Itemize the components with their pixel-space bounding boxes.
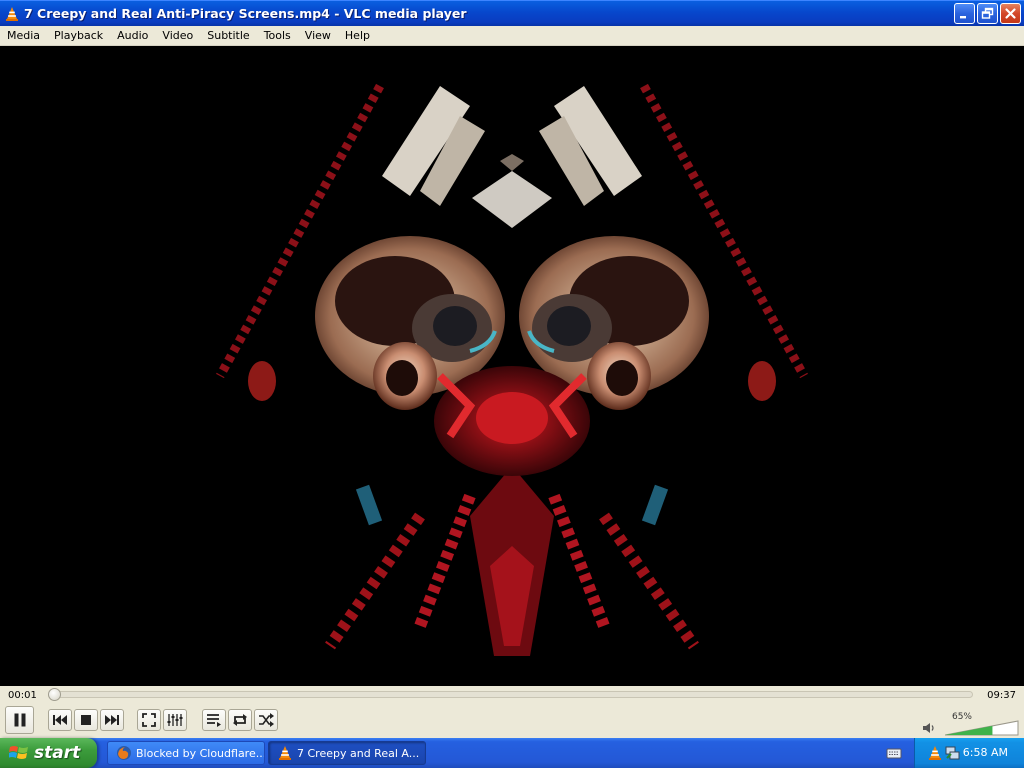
total-time: 09:37 xyxy=(987,690,1016,701)
taskbar-item-label: Blocked by Cloudflare... xyxy=(136,746,265,760)
elapsed-time: 00:01 xyxy=(8,690,37,701)
menu-subtitle[interactable]: Subtitle xyxy=(200,29,256,42)
control-panel: 00:01 09:37 65% xyxy=(0,686,1024,738)
vlc-cone-icon xyxy=(279,746,291,760)
shuffle-button[interactable] xyxy=(254,709,278,731)
seek-handle[interactable] xyxy=(47,688,61,701)
extended-settings-icon xyxy=(167,714,183,726)
shuffle-icon xyxy=(259,713,274,727)
kaleidoscope-figure xyxy=(216,83,808,656)
taskbar: start Blocked by Cloudflare... 7 Creepy … xyxy=(0,738,1024,768)
window-titlebar[interactable]: 7 Creepy and Real Anti-Piracy Screens.mp… xyxy=(0,0,1024,26)
previous-icon xyxy=(53,715,67,725)
menu-audio[interactable]: Audio xyxy=(110,29,155,42)
minimize-icon xyxy=(960,16,966,19)
window-title: 7 Creepy and Real Anti-Piracy Screens.mp… xyxy=(24,6,467,21)
firefox-icon xyxy=(117,746,131,760)
vlc-cone-icon[interactable] xyxy=(927,745,943,761)
stop-button[interactable] xyxy=(74,709,98,731)
menu-tools[interactable]: Tools xyxy=(257,29,298,42)
keyboard-icon[interactable] xyxy=(886,746,902,760)
video-frame xyxy=(216,83,808,656)
menu-bar: Media Playback Audio Video Subtitle Tool… xyxy=(0,26,1024,46)
video-area[interactable] xyxy=(0,46,1024,686)
menu-playback[interactable]: Playback xyxy=(47,29,110,42)
vlc-cone-icon xyxy=(6,6,18,21)
close-icon xyxy=(1005,8,1016,19)
network-icon[interactable] xyxy=(944,745,960,761)
playlist-icon xyxy=(207,714,221,727)
menu-help[interactable]: Help xyxy=(338,29,377,42)
volume-icon[interactable] xyxy=(922,722,936,734)
next-button[interactable] xyxy=(100,709,124,731)
clock: 6:58 AM xyxy=(962,746,1008,759)
pause-icon xyxy=(14,713,25,727)
menu-view[interactable]: View xyxy=(298,29,338,42)
stop-icon xyxy=(81,715,91,725)
pause-button[interactable] xyxy=(5,706,34,734)
maximize-button[interactable] xyxy=(977,3,998,24)
playlist-button[interactable] xyxy=(202,709,226,731)
minimize-button[interactable] xyxy=(954,3,975,24)
extended-settings-button[interactable] xyxy=(163,709,187,731)
fullscreen-icon xyxy=(142,713,156,727)
taskbar-item-label: 7 Creepy and Real A... xyxy=(297,746,420,760)
menu-media[interactable]: Media xyxy=(0,29,47,42)
restore-icon xyxy=(981,7,994,19)
menu-video[interactable]: Video xyxy=(155,29,200,42)
previous-button[interactable] xyxy=(48,709,72,731)
loop-button[interactable] xyxy=(228,709,252,731)
loop-icon xyxy=(233,714,247,726)
start-button[interactable]: start xyxy=(0,738,97,768)
fullscreen-button[interactable] xyxy=(137,709,161,731)
system-tray: 6:58 AM xyxy=(914,738,1024,768)
taskbar-item-vlc[interactable]: 7 Creepy and Real A... xyxy=(268,741,426,765)
start-label: start xyxy=(34,743,81,763)
seek-bar[interactable] xyxy=(50,691,973,698)
taskbar-item-browser[interactable]: Blocked by Cloudflare... xyxy=(107,741,265,765)
close-button[interactable] xyxy=(1000,3,1021,24)
volume-slider[interactable] xyxy=(945,720,1019,736)
next-icon xyxy=(105,715,119,725)
windows-flag-icon xyxy=(9,746,28,759)
